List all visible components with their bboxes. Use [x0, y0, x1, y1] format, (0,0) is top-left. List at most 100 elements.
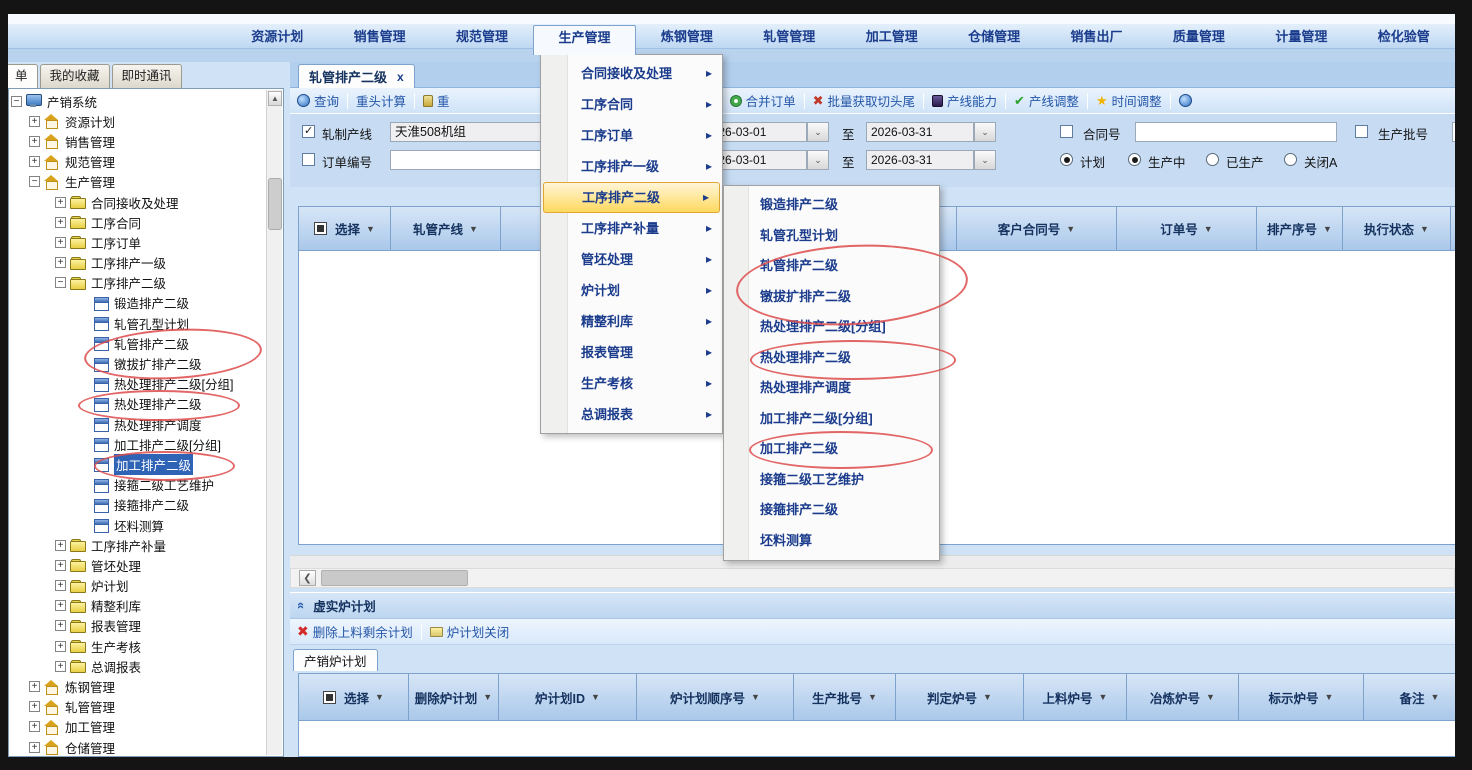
radio-plan[interactable]: [1060, 153, 1073, 166]
tree-expander-icon[interactable]: [55, 580, 66, 591]
column-header[interactable]: 判定炉号 ▼: [896, 674, 1024, 720]
column-header[interactable]: 炉计划顺序号 ▼: [637, 674, 794, 720]
tree-expander-icon[interactable]: [55, 197, 66, 208]
tree-item[interactable]: 热处理排产调度: [9, 414, 283, 434]
submenu-item[interactable]: 轧管孔型计划: [724, 221, 939, 252]
tree-expander-icon[interactable]: [55, 237, 66, 248]
submenu-item[interactable]: 加工排产二级[分组]: [724, 404, 939, 435]
tree-expander-icon[interactable]: [29, 156, 40, 167]
submenu-item[interactable]: 热处理排产调度: [724, 373, 939, 404]
menu-item[interactable]: 工序排产二级: [543, 182, 720, 213]
filter-funnel-icon[interactable]: ▼: [591, 692, 600, 702]
tree-item[interactable]: 合同接收及处理: [9, 192, 283, 212]
menubar-item[interactable]: 规范管理: [431, 25, 533, 48]
submenu-item[interactable]: 加工排产二级: [724, 434, 939, 465]
submenu-item[interactable]: 接箍排产二级: [724, 495, 939, 526]
filter-funnel-icon[interactable]: ▼: [1323, 224, 1332, 234]
submenu-item[interactable]: 坯料测算: [724, 526, 939, 557]
menubar-item[interactable]: 轧管管理: [738, 25, 840, 48]
submenu-item[interactable]: 热处理排产二级: [724, 343, 939, 374]
tree-item[interactable]: 接箍排产二级: [9, 495, 283, 515]
chevron-down-icon[interactable]: ⌄: [974, 122, 996, 142]
radio-closed[interactable]: [1284, 153, 1297, 166]
column-header[interactable]: 选择 ▼: [299, 207, 391, 250]
radio-produced[interactable]: [1206, 153, 1219, 166]
batch-cut-button[interactable]: ✖ 批量获取切头尾: [806, 91, 922, 110]
contract-input[interactable]: [1135, 122, 1337, 142]
order-checkbox[interactable]: [302, 153, 315, 166]
tree-item[interactable]: 产销系统: [9, 91, 283, 111]
tree-item[interactable]: 报表管理: [9, 616, 283, 636]
tree-item[interactable]: 接箍二级工艺维护: [9, 475, 283, 495]
horizontal-scrollbar[interactable]: ❮: [290, 568, 1455, 588]
tree-item[interactable]: 仓储管理: [9, 737, 283, 757]
column-header[interactable]: 选择 ▼: [299, 674, 409, 720]
column-header[interactable]: 轧管产线 ▼: [391, 207, 501, 250]
column-header[interactable]: 执行状态 ▼: [1343, 207, 1451, 250]
close-icon[interactable]: x: [397, 70, 404, 84]
menubar-item[interactable]: 质量管理: [1148, 25, 1250, 48]
tree-item[interactable]: 工序合同: [9, 212, 283, 232]
contract-checkbox[interactable]: [1060, 125, 1073, 138]
line-adjust-button[interactable]: ✔ 产线调整: [1007, 91, 1086, 110]
chevron-down-icon[interactable]: ⌄: [974, 150, 996, 170]
sidebar-tab[interactable]: 即时通讯: [112, 64, 182, 88]
tree-item[interactable]: 生产考核: [9, 636, 283, 656]
tree-item[interactable]: 生产管理: [9, 172, 283, 192]
tree-item[interactable]: 镦拔扩排产二级: [9, 353, 283, 373]
filter-funnel-icon[interactable]: ▼: [1420, 224, 1429, 234]
menubar-item[interactable]: 炼钢管理: [636, 25, 738, 48]
menubar-item[interactable]: 检化验管: [1353, 25, 1455, 48]
select-all-checkbox[interactable]: [314, 222, 327, 235]
tree-item[interactable]: 工序订单: [9, 232, 283, 252]
tree-item[interactable]: 炼钢管理: [9, 676, 283, 696]
tree-item[interactable]: 炉计划: [9, 576, 283, 596]
filter-funnel-icon[interactable]: ▼: [983, 692, 992, 702]
menu-item[interactable]: 炉计划: [541, 275, 722, 306]
submenu-item[interactable]: 热处理排产二级[分组]: [724, 312, 939, 343]
filter-funnel-icon[interactable]: ▼: [1099, 692, 1108, 702]
filter-funnel-icon[interactable]: ▼: [1066, 224, 1075, 234]
merge-order-button[interactable]: 合并订单: [723, 91, 803, 110]
tree-item[interactable]: 工序排产补量: [9, 535, 283, 555]
chevron-down-icon[interactable]: ⌄: [807, 150, 829, 170]
submenu-item[interactable]: 轧管排产二级: [724, 251, 939, 282]
tree-item[interactable]: 加工排产二级: [9, 454, 283, 474]
tab-furnace-plan[interactable]: 产销炉计划: [293, 649, 378, 671]
column-header[interactable]: 备注 ▼: [1364, 674, 1455, 720]
radio-inproduction[interactable]: [1128, 153, 1141, 166]
tree-expander-icon[interactable]: [55, 661, 66, 672]
filter-funnel-icon[interactable]: ▼: [469, 224, 478, 234]
menu-item[interactable]: 精整利库: [541, 306, 722, 337]
filter-funnel-icon[interactable]: ▼: [483, 692, 492, 702]
tree-item[interactable]: 坯料测算: [9, 515, 283, 535]
tree-expander-icon[interactable]: [29, 742, 40, 753]
scroll-left-icon[interactable]: ❮: [299, 570, 316, 586]
column-header[interactable]: 排产序号 ▼: [1257, 207, 1343, 250]
batch-input[interactable]: [1452, 122, 1455, 142]
tree-item[interactable]: 轧管排产二级: [9, 333, 283, 353]
tree-item[interactable]: 管坯处理: [9, 555, 283, 575]
menu-item[interactable]: 工序订单: [541, 120, 722, 151]
tree-expander-icon[interactable]: [55, 641, 66, 652]
delete-recalc-button[interactable]: 重: [416, 91, 457, 110]
filter-funnel-icon[interactable]: ▼: [1204, 224, 1213, 234]
query-button[interactable]: 查询: [290, 91, 346, 110]
filter-funnel-icon[interactable]: ▼: [1431, 692, 1440, 702]
menu-item[interactable]: 合同接收及处理: [541, 58, 722, 89]
tab-rolling-schedule[interactable]: 轧管排产二级 x: [298, 64, 415, 88]
filter-funnel-icon[interactable]: ▼: [868, 692, 877, 702]
filter-funnel-icon[interactable]: ▼: [1325, 692, 1334, 702]
tree-expander-icon[interactable]: [29, 136, 40, 147]
column-header[interactable]: 标示炉号 ▼: [1239, 674, 1364, 720]
tree-expander-icon[interactable]: [55, 620, 66, 631]
menubar-item[interactable]: 销售出厂: [1045, 25, 1147, 48]
column-header[interactable]: ▼: [1451, 207, 1455, 250]
tree-item[interactable]: 加工管理: [9, 717, 283, 737]
date-to-2[interactable]: 2026-03-31: [866, 150, 974, 170]
tree-expander-icon[interactable]: [11, 96, 22, 107]
tree-scrollbar-thumb[interactable]: [268, 178, 282, 230]
prodline-checkbox[interactable]: [302, 125, 315, 138]
tree-expander-icon[interactable]: [55, 277, 66, 288]
column-header[interactable]: 订单号 ▼: [1117, 207, 1257, 250]
